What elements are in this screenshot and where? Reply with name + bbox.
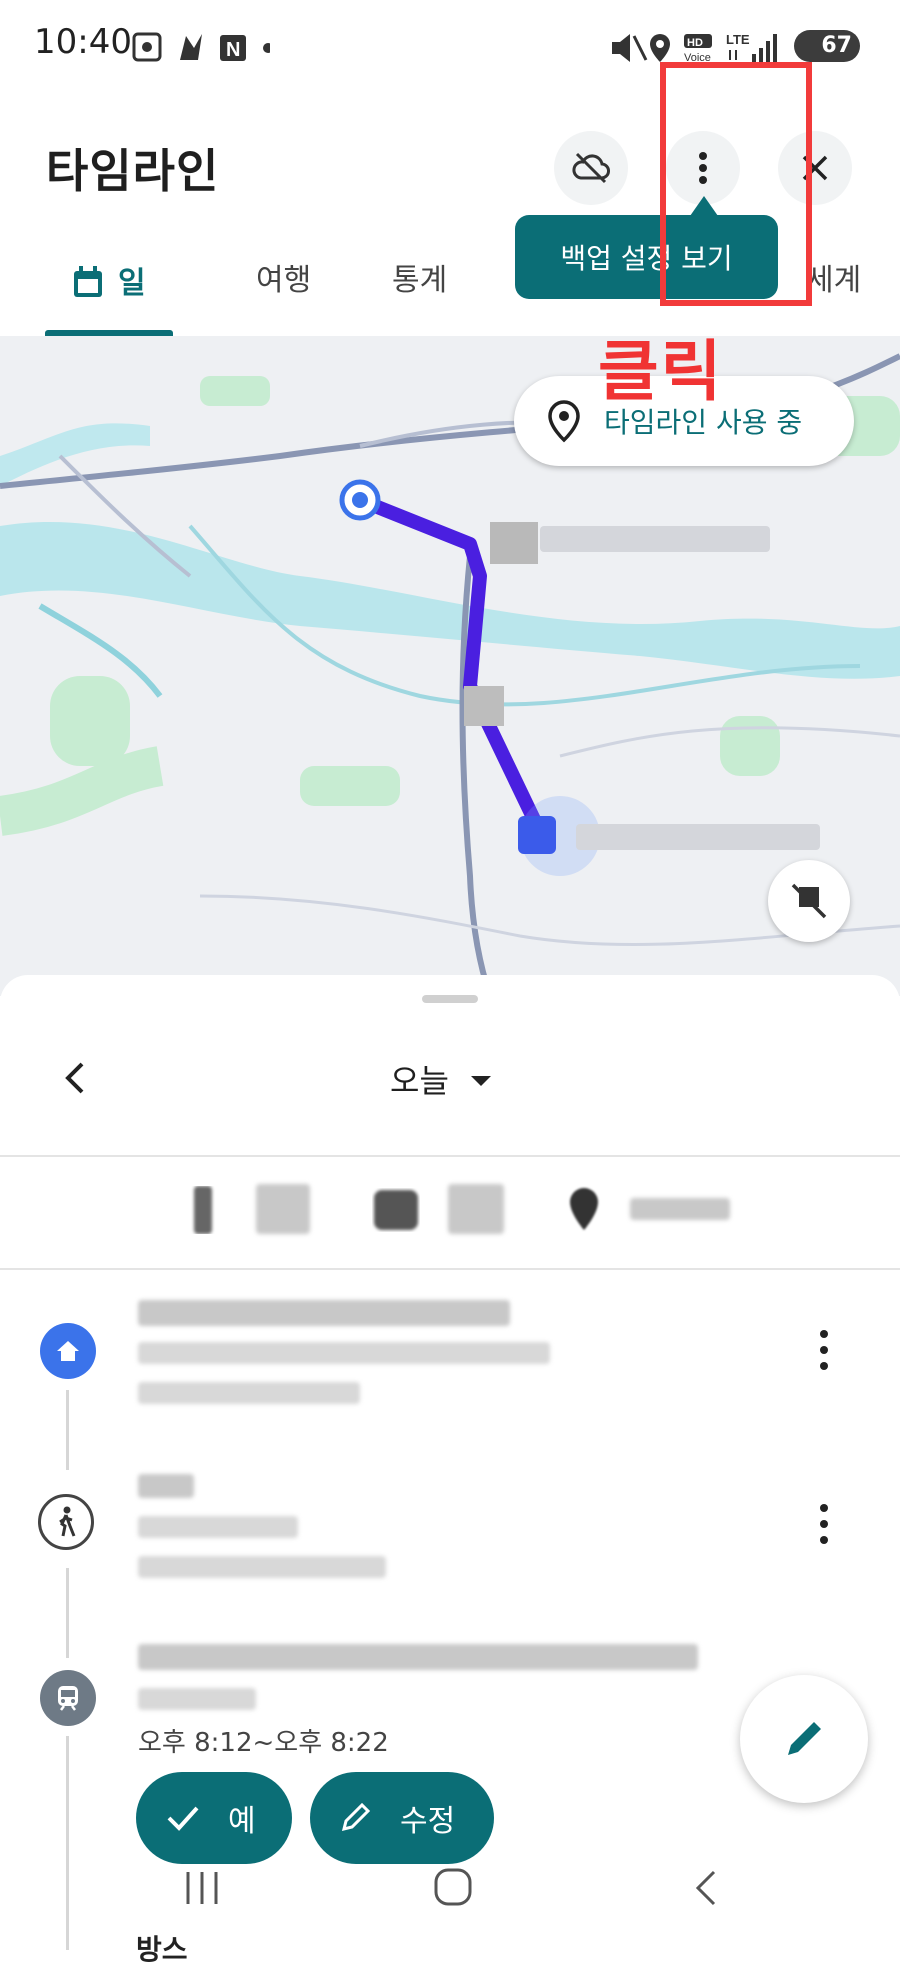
sheet-drag-handle[interactable] bbox=[422, 995, 478, 1003]
timeline-connector bbox=[66, 1568, 69, 1658]
timeline-connector bbox=[66, 1390, 69, 1470]
train-icon bbox=[58, 1686, 78, 1711]
home-visit-marker bbox=[40, 1323, 96, 1379]
status-notification-icons: N bbox=[132, 32, 270, 62]
confirm-yes-button[interactable]: 예 bbox=[136, 1772, 292, 1864]
edit-label: 수정 bbox=[400, 1804, 456, 1839]
blurred-summary-value bbox=[630, 1198, 730, 1220]
tab-insights[interactable]: 통계 bbox=[392, 255, 447, 299]
date-selector[interactable]: 오늘 bbox=[390, 1056, 493, 1102]
check-icon bbox=[167, 1806, 199, 1831]
confirm-yes-label: 예 bbox=[228, 1804, 256, 1839]
blurred-activity-distance bbox=[138, 1516, 298, 1538]
recent-apps-icon[interactable] bbox=[182, 1868, 222, 1908]
chevron-left-icon[interactable] bbox=[60, 1058, 88, 1098]
annotation-highlight-box bbox=[660, 62, 812, 306]
date-label: 오늘 bbox=[390, 1062, 449, 1100]
blurred-summary-value bbox=[448, 1184, 504, 1234]
battery-indicator: 67 bbox=[794, 30, 860, 62]
dropdown-arrow-icon bbox=[471, 1076, 492, 1086]
walking-summary-icon bbox=[194, 1186, 212, 1234]
cloud-backup-off-button[interactable] bbox=[554, 131, 628, 205]
tab-world[interactable]: 세계 bbox=[806, 255, 861, 299]
map-filter-button[interactable] bbox=[768, 860, 850, 942]
summary-divider bbox=[0, 1268, 900, 1270]
home-nav-icon[interactable] bbox=[432, 1866, 474, 1908]
status-time: 10:40 bbox=[34, 22, 132, 62]
cloud-off-icon bbox=[572, 152, 610, 184]
blurred-transit-route[interactable] bbox=[138, 1644, 698, 1670]
sheet-divider bbox=[0, 1155, 900, 1157]
place-summary-icon bbox=[570, 1188, 598, 1230]
blurred-transit-detail bbox=[138, 1688, 256, 1710]
walking-icon bbox=[59, 1506, 76, 1537]
blurred-summary-value bbox=[256, 1184, 310, 1234]
blurred-activity-time bbox=[138, 1556, 386, 1578]
calendar-icon bbox=[74, 266, 102, 297]
edit-timeline-fab[interactable] bbox=[740, 1675, 868, 1803]
home-icon bbox=[57, 1341, 79, 1361]
page-title: 타임라인 bbox=[46, 144, 220, 198]
map-layers-off-icon bbox=[791, 883, 827, 919]
blurred-visit-time bbox=[138, 1382, 360, 1404]
next-entry-heading: 방스 bbox=[136, 1933, 188, 1966]
annotation-click-label: 클릭 bbox=[598, 333, 724, 410]
pencil-icon bbox=[788, 1722, 821, 1755]
entry-more-button[interactable] bbox=[804, 1320, 844, 1380]
back-nav-icon[interactable] bbox=[690, 1868, 720, 1908]
edit-button[interactable]: 수정 bbox=[310, 1772, 494, 1864]
transit-time: 오후 8:12~오후 8:22 bbox=[138, 1728, 389, 1758]
location-pin-icon bbox=[548, 400, 580, 443]
transit-activity-marker bbox=[40, 1670, 96, 1726]
svg-text:LTE: LTE bbox=[726, 32, 750, 47]
walking-activity-marker bbox=[38, 1494, 94, 1550]
system-navigation-bar bbox=[0, 1860, 900, 1930]
tab-day[interactable]: 일 bbox=[72, 258, 146, 302]
svg-text:N: N bbox=[226, 39, 240, 61]
blurred-place-name[interactable] bbox=[138, 1300, 510, 1326]
pencil-icon bbox=[341, 1802, 371, 1832]
tab-trips[interactable]: 여행 bbox=[256, 255, 311, 299]
entry-more-button[interactable] bbox=[804, 1494, 844, 1554]
transit-summary-icon bbox=[374, 1190, 418, 1230]
blurred-activity-name[interactable] bbox=[138, 1474, 194, 1498]
svg-text:HD: HD bbox=[687, 37, 703, 49]
blurred-place-address bbox=[138, 1342, 550, 1364]
